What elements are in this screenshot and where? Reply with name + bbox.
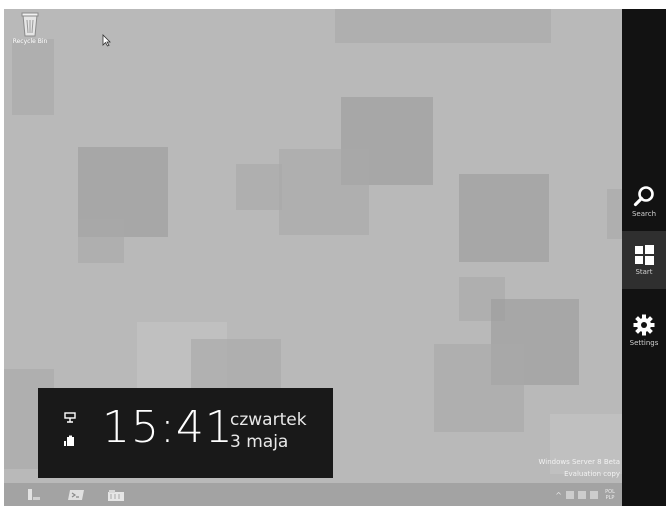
background-tile [335,9,551,43]
evaluation-watermark: Windows Server 8 Beta Evaluation copy [510,456,620,480]
charm-start[interactable]: Start [622,231,666,289]
taskbar-file-explorer-button[interactable] [104,486,128,503]
charm-settings[interactable]: Settings [622,301,666,359]
network-icon [64,412,76,423]
charm-search[interactable]: Search [622,172,666,230]
server-manager-icon [28,488,40,500]
watermark-line-2: Evaluation copy [564,470,620,478]
powershell-icon [68,489,84,500]
recycle-bin-icon [21,12,39,37]
taskbar-server-manager-button[interactable] [22,486,46,503]
network-tray-icon[interactable] [578,491,586,499]
mouse-cursor-icon [102,34,111,47]
background-tile [459,174,549,262]
charms-bar: Search Start Settings [622,9,666,506]
windows-logo-icon [635,244,654,265]
search-icon [633,185,654,206]
clock-overlay: 15:41 czwartek 3 maja [38,388,333,478]
file-explorer-icon [108,489,124,501]
input-language-sub: PLP [605,495,615,501]
volume-icon[interactable] [590,491,598,499]
recycle-bin-shortcut[interactable]: Recycle Bin [7,11,53,45]
clock-date: 3 maja [230,432,289,452]
watermark-line-1: Windows Server 8 Beta [538,458,620,466]
taskbar: ^ POL PLP [4,483,622,506]
input-language-indicator[interactable]: POL PLP [602,489,618,501]
background-tile [279,149,369,235]
system-tray: ^ POL PLP [555,487,618,503]
charm-settings-label: Settings [629,338,659,347]
clock-time: 15:41 [102,402,234,453]
flag-icon[interactable] [566,491,574,499]
background-tile [236,164,282,210]
charm-search-label: Search [631,209,657,218]
recycle-bin-label: Recycle Bin [12,38,48,45]
clock-day: czwartek [230,410,307,430]
background-tile [434,344,524,432]
background-tile [78,219,124,263]
charm-start-label: Start [635,267,653,276]
battery-icon [64,435,74,446]
gear-icon [633,314,655,335]
desktop: Recycle Bin Search Start Settings 15:41 … [4,9,666,506]
clock-status-icons [64,412,78,459]
taskbar-powershell-button[interactable] [64,486,88,503]
background-tile [607,189,622,239]
background-tile [12,39,54,115]
show-hidden-icons-chevron[interactable]: ^ [555,491,562,500]
